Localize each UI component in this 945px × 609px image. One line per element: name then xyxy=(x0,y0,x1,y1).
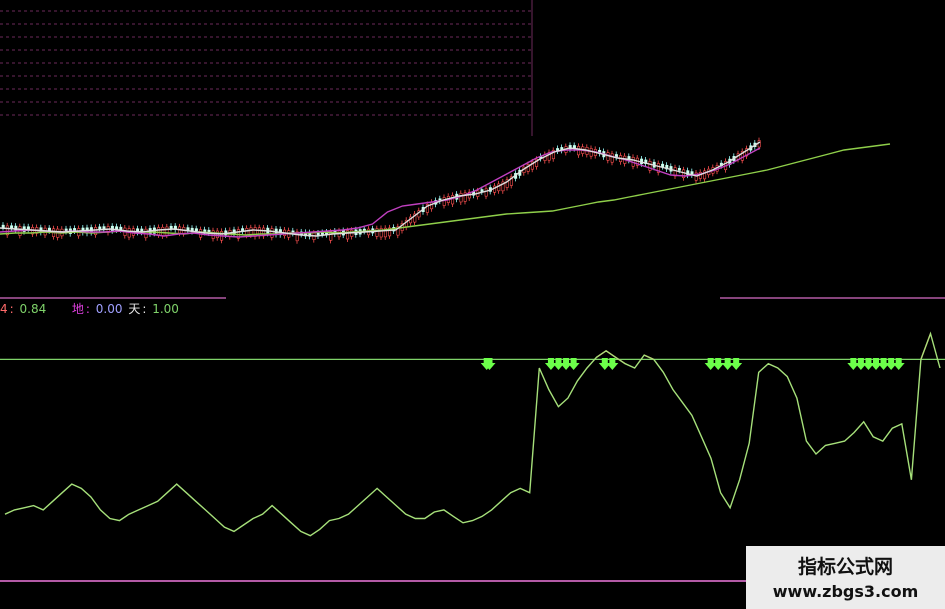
legend-item1-value: 0.84 xyxy=(19,302,47,316)
candle-body xyxy=(451,195,455,205)
candle-body xyxy=(484,188,488,197)
legend-item2-value: 0.00 xyxy=(95,302,123,316)
candle-body xyxy=(157,227,161,236)
candle-body xyxy=(270,228,274,238)
candle-body xyxy=(165,226,169,236)
watermark-url: www.zbgs3.com xyxy=(772,582,919,601)
candle-body xyxy=(26,226,30,230)
candle-body xyxy=(186,227,190,231)
candle-body xyxy=(677,168,681,171)
candle-body xyxy=(610,153,614,163)
candle-body xyxy=(94,227,98,236)
candle-body xyxy=(442,197,446,206)
ma-line xyxy=(0,143,891,236)
watermark-box: 指标公式网 www.zbgs3.com xyxy=(746,546,945,609)
candle-body xyxy=(161,226,165,237)
moving-average-lines xyxy=(0,141,891,238)
candle-body xyxy=(430,201,434,210)
candle-body xyxy=(661,163,665,167)
oscillator-polyline xyxy=(4,331,941,537)
candlesticks xyxy=(1,137,761,244)
candle-body xyxy=(589,148,593,157)
candle-body xyxy=(459,193,463,203)
watermark-title: 指标公式网 xyxy=(797,556,893,578)
grid-lines xyxy=(0,0,945,299)
indicator-legend: 4: 0.84 地: 0.00 天: 1.00 xyxy=(0,302,179,316)
ma-line xyxy=(0,141,761,237)
legend-item3-name: 天 xyxy=(128,302,141,316)
candle-body xyxy=(169,225,173,229)
legend-item3-value: 1.00 xyxy=(152,302,179,316)
candle-body xyxy=(119,226,123,230)
candle-body xyxy=(194,228,198,232)
legend-item1-name: 4 xyxy=(0,302,8,316)
candle-body xyxy=(1,224,5,228)
oscillator-line xyxy=(4,331,941,537)
legend-item2-name: 地 xyxy=(71,302,84,316)
